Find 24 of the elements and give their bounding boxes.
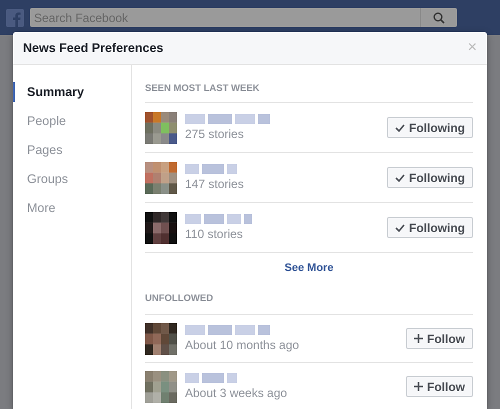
row-detail: About 3 weeks ago — [185, 386, 288, 400]
search-icon[interactable] — [433, 12, 445, 24]
check-icon — [395, 224, 405, 232]
blurred-name — [185, 373, 237, 383]
follow-button[interactable]: Follow — [406, 328, 473, 349]
dialog-title: News Feed Preferences — [23, 41, 164, 55]
row-detail: About 10 months ago — [185, 338, 300, 352]
check-icon — [395, 124, 405, 132]
blurred-name — [185, 164, 237, 174]
plus-icon — [414, 382, 423, 391]
sidebar-item[interactable]: Summary — [13, 82, 131, 102]
row-detail: 147 stories — [185, 177, 245, 191]
section-heading: UNFOLLOWED — [145, 293, 214, 304]
following-button[interactable]: Following — [387, 117, 473, 138]
see-more-link[interactable]: See More — [284, 262, 334, 274]
row-detail: 275 stories — [185, 127, 245, 141]
following-button[interactable]: Following — [387, 217, 473, 238]
follow-button[interactable]: Follow — [406, 376, 473, 397]
row-detail: 110 stories — [185, 227, 244, 241]
check-icon — [395, 174, 405, 182]
blurred-name — [185, 214, 252, 224]
section-heading: SEEN MOST LAST WEEK — [145, 82, 260, 94]
following-button[interactable]: Following — [387, 167, 473, 188]
plus-icon — [414, 334, 423, 343]
